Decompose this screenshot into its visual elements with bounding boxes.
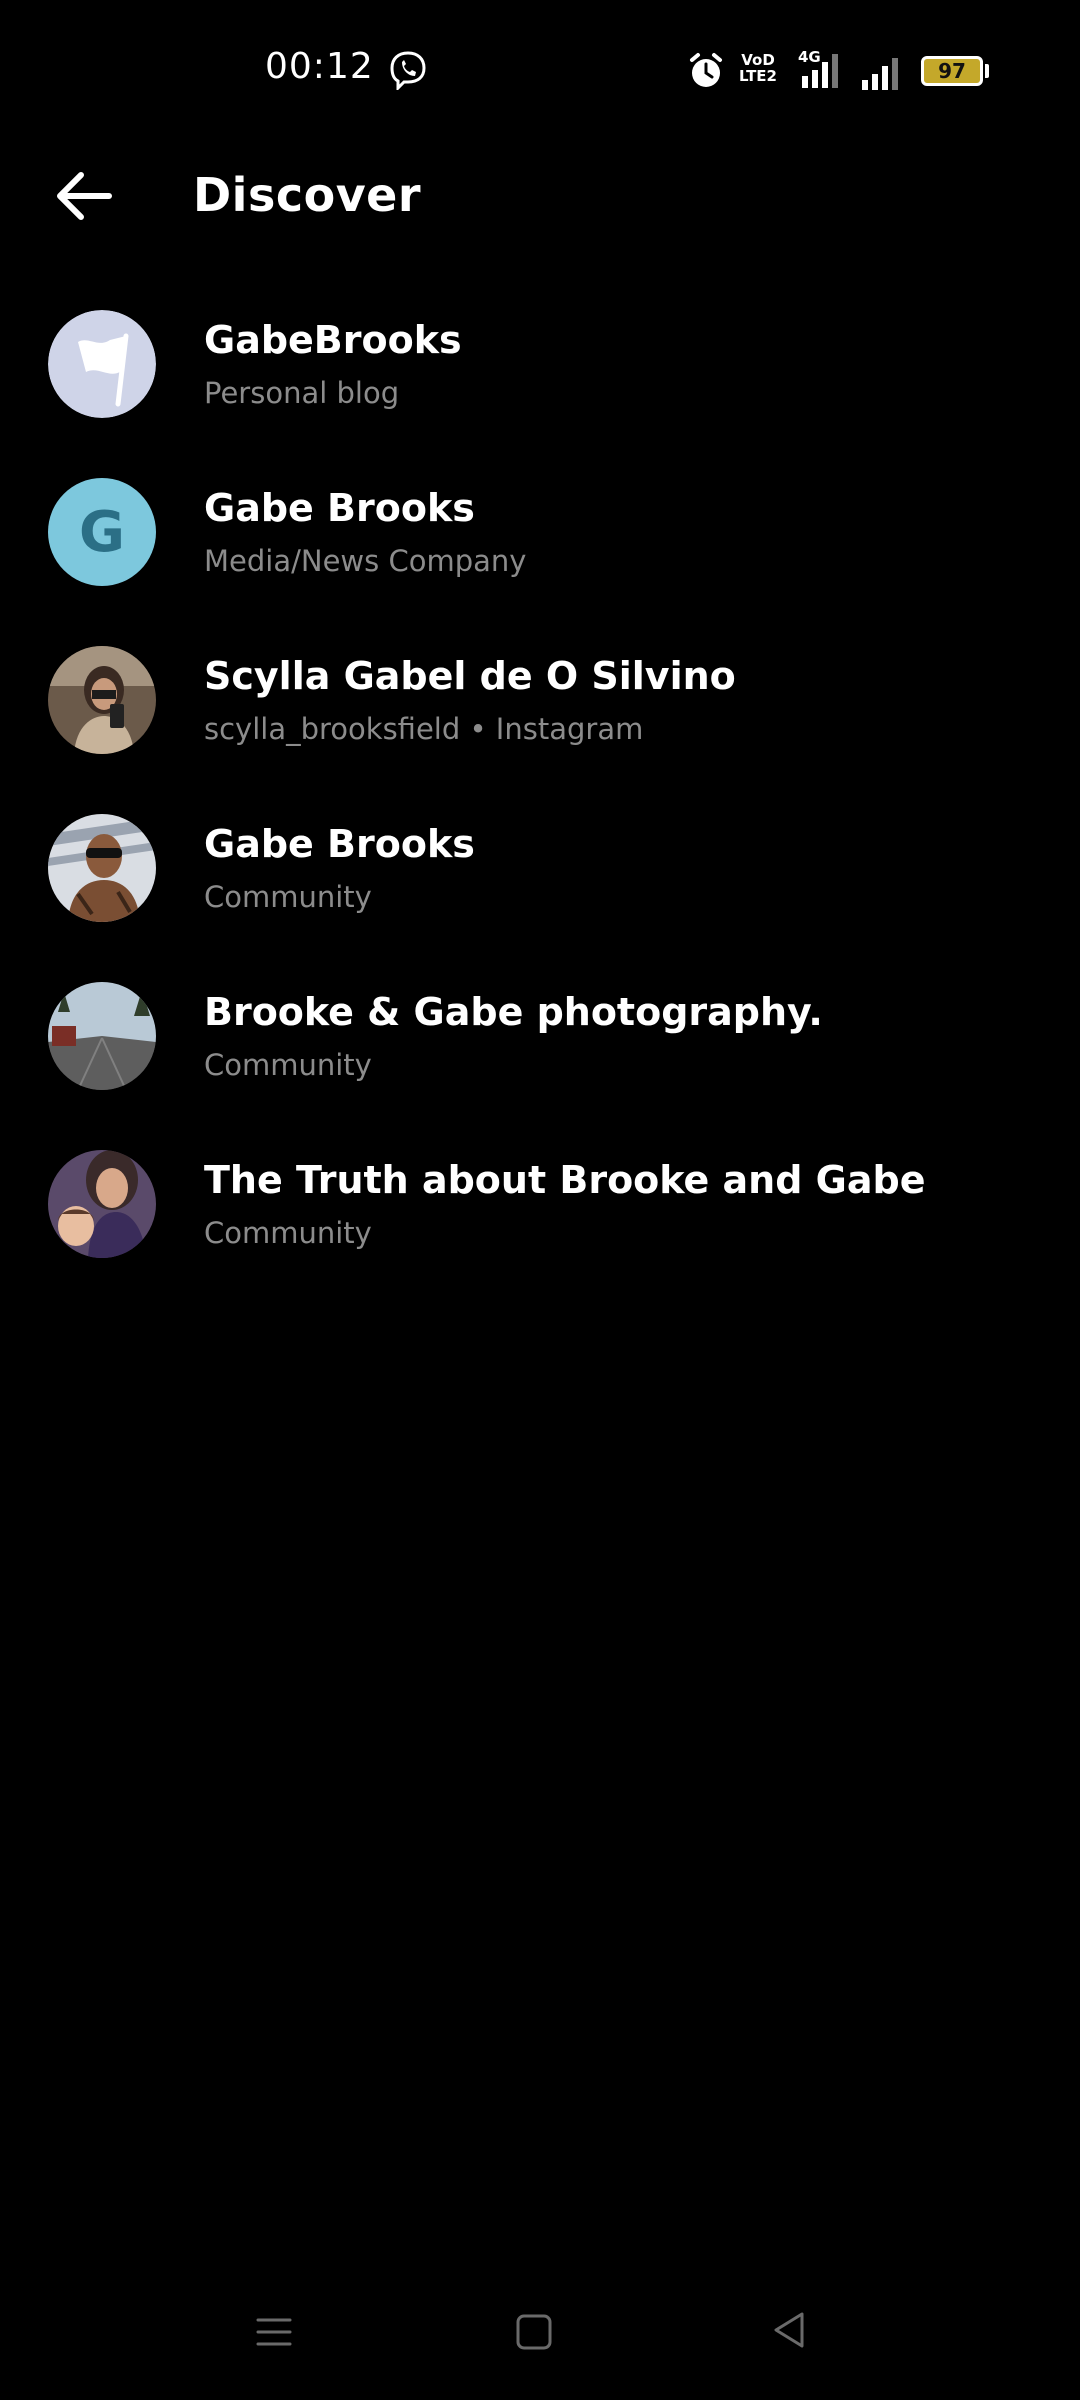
alarm-icon (690, 53, 722, 87)
result-item[interactable]: Scylla Gabel de O Silvino scylla_brooksf… (0, 636, 1080, 804)
result-name: The Truth about Brooke and Gabe (204, 1158, 926, 1202)
signal-4g-icon: 4G (798, 50, 842, 90)
viber-icon (390, 51, 426, 90)
avatar (48, 310, 156, 418)
result-subtitle: scylla_brooksfield • Instagram (204, 712, 644, 746)
profile-photo (48, 646, 156, 754)
results-list: GabeBrooks Personal blog G Gabe Brooks M… (0, 300, 1080, 1308)
nav-back-icon[interactable] (768, 2308, 812, 2352)
result-subtitle: Community (204, 1048, 372, 1082)
result-subtitle: Community (204, 1216, 372, 1250)
status-time: 00:12 (265, 46, 374, 87)
result-subtitle: Community (204, 880, 372, 914)
flag-icon (48, 310, 156, 418)
result-item[interactable]: Brooke & Gabe photography. Community (0, 972, 1080, 1140)
result-item[interactable]: GabeBrooks Personal blog (0, 300, 1080, 468)
avatar (48, 814, 156, 922)
volte-label-text: VoD LTE2 (739, 51, 777, 85)
battery-level: 97 (938, 59, 966, 83)
status-bar: 00:12 VoD LTE2 4G 97 (0, 0, 1080, 140)
result-name: GabeBrooks (204, 318, 462, 362)
back-arrow-icon (57, 172, 112, 220)
home-icon[interactable] (512, 2310, 556, 2354)
back-button[interactable] (48, 160, 120, 232)
result-item[interactable]: The Truth about Brooke and Gabe Communit… (0, 1140, 1080, 1308)
battery-cap (985, 64, 989, 78)
profile-photo (48, 814, 156, 922)
result-item[interactable]: Gabe Brooks Community (0, 804, 1080, 972)
result-subtitle: Media/News Company (204, 544, 527, 578)
result-subtitle: Personal blog (204, 376, 400, 410)
result-item[interactable]: G Gabe Brooks Media/News Company (0, 468, 1080, 636)
avatar: G (48, 478, 156, 586)
system-nav-bar (0, 2290, 1080, 2380)
avatar-letter: G (79, 499, 125, 565)
recent-apps-icon[interactable] (252, 2310, 296, 2354)
avatar (48, 1150, 156, 1258)
result-name: Brooke & Gabe photography. (204, 990, 823, 1034)
avatar (48, 646, 156, 754)
avatar (48, 982, 156, 1090)
page-title: Discover (193, 168, 422, 222)
volte-indicator: VoD LTE2 (738, 52, 778, 88)
result-name: Gabe Brooks (204, 486, 475, 530)
profile-photo (48, 982, 156, 1090)
result-name: Gabe Brooks (204, 822, 475, 866)
signal-bars-icon (862, 58, 898, 90)
profile-photo (48, 1150, 156, 1258)
result-name: Scylla Gabel de O Silvino (204, 654, 736, 698)
